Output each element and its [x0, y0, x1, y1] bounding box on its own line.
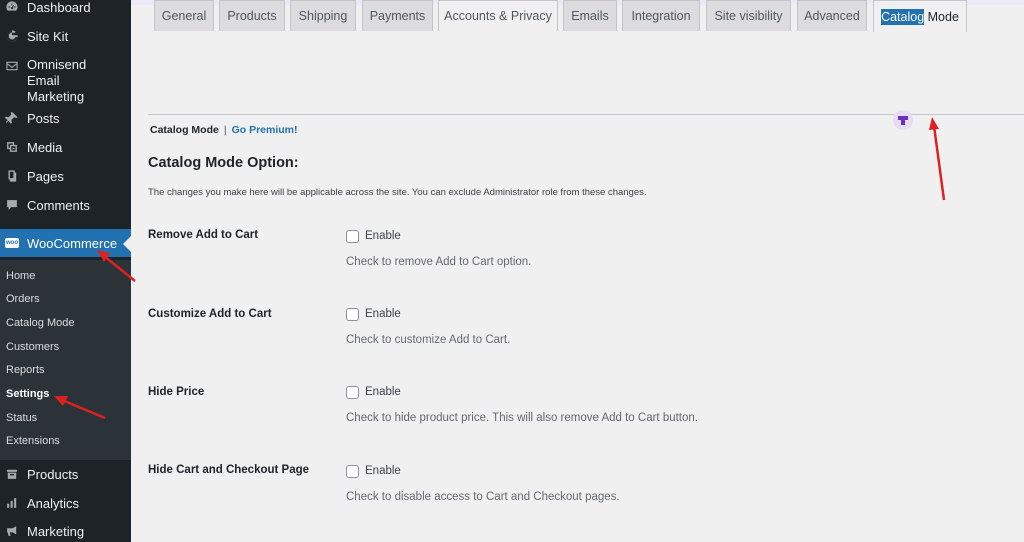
arrowhead-catalog-mode — [929, 117, 939, 130]
option-description: Check to disable access to Cart and Chec… — [346, 491, 620, 503]
tabs-baseline — [148, 114, 1024, 115]
submenu-item-orders[interactable]: Orders — [6, 291, 40, 307]
sidebar-item-label: Marketing — [27, 523, 85, 539]
sidebar-item-label: Posts — [27, 110, 60, 126]
tab-accounts-privacy[interactable]: Accounts & Privacy — [438, 0, 558, 31]
megaphone-icon — [5, 524, 19, 538]
google-g-icon — [5, 29, 19, 43]
submenu-item-status[interactable]: Status — [6, 410, 37, 426]
option-description: Check to hide product price. This will a… — [346, 412, 698, 424]
woo-icon: woo — [5, 238, 19, 248]
sidebar-item-comments[interactable]: Comments — [0, 192, 131, 218]
sidebar-item-label: Omnisend Email Marketing — [27, 57, 87, 104]
tab-catalog-highlight: Catalog — [881, 8, 925, 25]
products-icon — [5, 467, 19, 481]
sidebar-item-label: WooCommerce — [27, 235, 118, 251]
sidebar-item-pages[interactable]: Pages — [0, 163, 131, 189]
option-description: Check to customize Add to Cart. — [346, 334, 511, 346]
email-icon — [5, 59, 19, 73]
submenu-item-home[interactable]: Home — [6, 268, 35, 284]
option-label-hide-cart-checkout: Hide Cart and Checkout Page — [148, 464, 310, 476]
sidebar-item-label: Analytics — [27, 495, 80, 511]
option-label-remove-add-to-cart: Remove Add to Cart — [148, 229, 259, 241]
tab-catalog-rest: Mode — [924, 9, 959, 24]
option-label-hide-price: Hide Price — [148, 386, 205, 398]
checkbox-hide-price[interactable] — [346, 386, 359, 399]
subnav-separator: | — [223, 124, 227, 136]
subnav-current[interactable]: Catalog Mode — [150, 124, 219, 136]
tab-integration[interactable]: Integration — [622, 0, 700, 31]
tab-catalog-mode[interactable]: Catalog Mode — [873, 0, 967, 32]
tab-emails[interactable]: Emails — [563, 0, 617, 31]
submenu-item-customers[interactable]: Customers — [6, 339, 59, 355]
option-label-customize-add-to-cart: Customize Add to Cart — [148, 308, 272, 320]
annotation-arrows — [54, 117, 946, 420]
checkbox-customize-add-to-cart[interactable] — [346, 308, 359, 321]
option-description: Check to remove Add to Cart option. — [346, 256, 532, 268]
sidebar-item-label: Comments — [27, 197, 90, 213]
sidebar-item-label: Media — [27, 139, 63, 155]
enable-label[interactable]: Enable — [365, 386, 401, 398]
sidebar-item-label: Dashboard — [27, 0, 91, 15]
submenu-item-reports[interactable]: Reports — [6, 362, 45, 378]
page-title: Catalog Mode Option: — [148, 155, 299, 171]
sidebar-item-products[interactable]: Products — [0, 461, 131, 487]
sidebar-item-label: Pages — [27, 168, 64, 184]
pin-icon — [5, 111, 19, 125]
enable-label[interactable]: Enable — [365, 230, 401, 242]
admin-sidebar: Dashboard Site Kit Omnisend Email Market… — [0, 0, 131, 542]
woocommerce-submenu: Home Orders Catalog Mode Customers Repor… — [0, 260, 131, 460]
sidebar-item-woocommerce[interactable]: woo WooCommerce — [0, 229, 131, 257]
go-premium-link[interactable]: Go Premium! — [232, 124, 298, 136]
arrow-catalog-mode — [932, 125, 946, 201]
submenu-item-extensions[interactable]: Extensions — [6, 433, 60, 449]
comment-icon — [5, 198, 19, 212]
submenu-item-settings[interactable]: Settings — [6, 386, 49, 402]
tab-products[interactable]: Products — [219, 0, 285, 31]
dashboard-icon — [5, 0, 19, 14]
enable-label[interactable]: Enable — [365, 465, 401, 477]
tab-site-visibility[interactable]: Site visibility — [706, 0, 791, 31]
checkbox-remove-add-to-cart[interactable] — [346, 230, 359, 243]
enable-label[interactable]: Enable — [365, 308, 401, 320]
tab-payments[interactable]: Payments — [362, 0, 433, 31]
sidebar-item-dashboard[interactable]: Dashboard — [0, 0, 131, 20]
sidebar-item-marketing[interactable]: Marketing — [0, 518, 131, 542]
sidebar-item-media[interactable]: Media — [0, 134, 131, 160]
page-description: The changes you make here will be applic… — [148, 187, 647, 198]
section-subnav: Catalog Mode | Go Premium! — [150, 124, 298, 136]
sidebar-item-label: Products — [27, 466, 79, 482]
tab-advanced[interactable]: Advanced — [797, 0, 867, 31]
sidebar-item-site-kit[interactable]: Site Kit — [0, 23, 131, 49]
tab-shipping[interactable]: Shipping — [290, 0, 356, 31]
media-icon — [5, 140, 19, 154]
pages-icon — [5, 169, 19, 183]
checkbox-hide-cart-checkout[interactable] — [346, 465, 359, 478]
tab-general[interactable]: General — [154, 0, 214, 31]
sidebar-item-omnisend[interactable]: Omnisend Email Marketing — [0, 57, 131, 104]
submenu-item-catalog-mode[interactable]: Catalog Mode — [6, 315, 75, 331]
analytics-icon — [5, 496, 19, 510]
sidebar-item-analytics[interactable]: Analytics — [0, 490, 131, 516]
sidebar-item-posts[interactable]: Posts — [0, 105, 131, 131]
plugin-badge-icon — [893, 110, 913, 130]
sidebar-item-label: Site Kit — [27, 28, 69, 44]
